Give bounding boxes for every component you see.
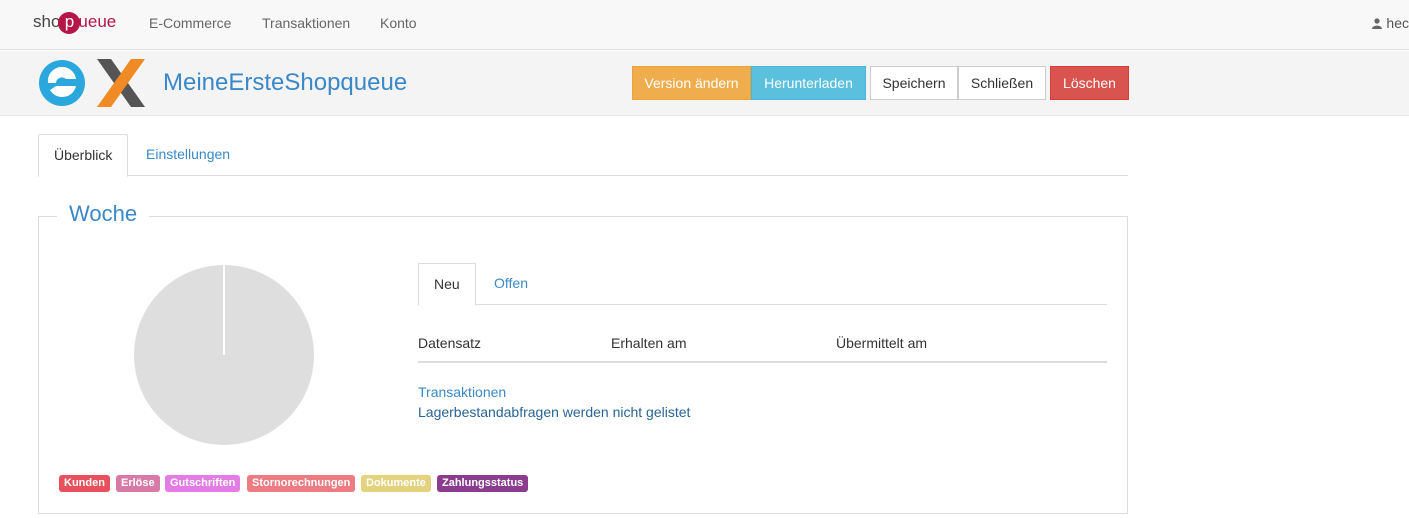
tab-ueberblick[interactable]: Überblick	[38, 134, 129, 177]
download-button[interactable]: Herunterladen	[751, 66, 866, 100]
legend-badge-dokumente: Dokumente	[361, 475, 431, 492]
legend-badge-gutschriften: Gutschriften	[165, 475, 241, 492]
nav-link-transaktionen[interactable]: Transaktionen	[262, 15, 350, 31]
shop-header: MeineErsteShopqueue Version ändern Herun…	[0, 51, 1409, 116]
user-name: hec	[1386, 15, 1409, 31]
user-menu[interactable]: hec	[1372, 15, 1409, 31]
delete-button[interactable]: Löschen	[1050, 66, 1129, 100]
main-tabs: Überblick Einstellungen	[38, 134, 1128, 177]
x-logo-icon	[97, 59, 145, 107]
legend-badge-kunden: Kunden	[59, 475, 110, 492]
brand-logo[interactable]: sho p ueue	[33, 12, 116, 34]
page-title: MeineErsteShopqueue	[163, 69, 408, 96]
save-button[interactable]: Speichern	[870, 66, 958, 100]
panel-legend: Woche	[57, 201, 150, 227]
transaktionen-link[interactable]: Transaktionen	[418, 384, 506, 400]
column-header-datensatz: Datensatz	[418, 335, 482, 351]
brand-text-queue: ueue	[78, 12, 117, 31]
legend-badge-erloese: Erlöse	[116, 475, 160, 492]
column-header-uebermittelt: Übermittelt am	[836, 335, 928, 351]
legend-badge-stornorechnungen: Stornorechnungen	[247, 475, 356, 492]
inner-tabs: Neu Offen	[418, 263, 1107, 306]
user-icon	[1372, 18, 1383, 29]
tab-einstellungen[interactable]: Einstellungen	[131, 134, 245, 176]
column-header-erhalten: Erhalten am	[611, 335, 687, 351]
legend-badge-zahlungsstatus: Zahlungsstatus	[437, 475, 529, 492]
brand-text-shop: sho	[33, 12, 61, 31]
tab-offen[interactable]: Offen	[479, 263, 543, 305]
table-header-divider	[418, 361, 1107, 363]
nav-link-konto[interactable]: Konto	[380, 15, 417, 31]
shopware-logo-icon	[39, 60, 85, 106]
lagerbestand-note: Lagerbestandabfragen werden nicht gelist…	[418, 404, 691, 420]
close-button[interactable]: Schließen	[958, 66, 1046, 100]
version-change-button[interactable]: Version ändern	[632, 66, 751, 100]
top-navbar: sho p ueue E-Commerce Transaktionen Konto …	[0, 0, 1409, 50]
tab-neu[interactable]: Neu	[418, 263, 476, 306]
pie-chart	[134, 265, 314, 445]
nav-link-ecommerce[interactable]: E-Commerce	[149, 15, 231, 31]
